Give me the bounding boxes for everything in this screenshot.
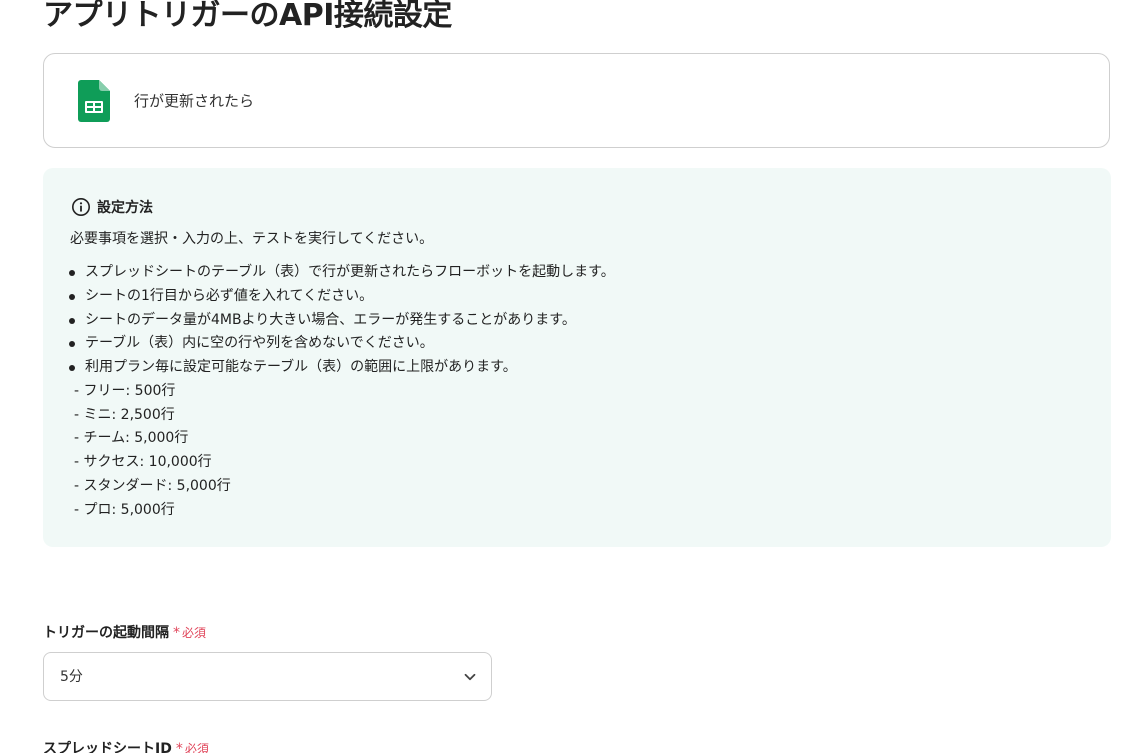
instruction-bullet: シートのデータ量が4MBより大きい場合、エラーが発生することがあります。 xyxy=(69,309,615,333)
page: アプリトリガーのAPI接続設定 行が更新されたら 設定方法 必要事項を選択・入力… xyxy=(0,0,1123,753)
plan-limit-item: - プロ: 5,000行 xyxy=(74,501,175,518)
plan-limit-item: - スタンダード: 5,000行 xyxy=(74,477,231,494)
setup-instructions-panel: 設定方法 必要事項を選択・入力の上、テストを実行してください。 スプレッドシート… xyxy=(43,168,1111,547)
plan-limit-item: - サクセス: 10,000行 xyxy=(74,454,212,471)
plan-limit-item: - チーム: 5,000行 xyxy=(74,430,189,447)
interval-select[interactable]: 5分 xyxy=(43,652,492,701)
instructions-header: 設定方法 xyxy=(71,196,153,218)
instruction-bullet: スプレッドシートのテーブル（表）で行が更新されたらフローボットを起動します。 xyxy=(69,261,615,285)
google-sheets-icon xyxy=(78,80,110,122)
info-circle-icon xyxy=(72,198,90,216)
interval-label: トリガーの起動間隔 * 必須 xyxy=(43,622,206,642)
spreadsheet-id-label-text: スプレッドシートID xyxy=(43,741,172,753)
plan-limit-list: - フリー: 500行 - ミニ: 2,500行 - チーム: 5,000行 -… xyxy=(74,380,231,522)
required-asterisk: * xyxy=(175,741,183,753)
instruction-bullet: シートの1行目から必ず値を入れてください。 xyxy=(69,285,615,309)
instruction-bullet: 利用プラン毎に設定可能なテーブル（表）の範囲に上限があります。 xyxy=(69,356,615,380)
interval-label-text: トリガーの起動間隔 xyxy=(43,625,169,641)
spreadsheet-id-label: スプレッドシートID * 必須 xyxy=(43,738,209,753)
instruction-bullet: テーブル（表）内に空の行や列を含めないでください。 xyxy=(69,332,615,356)
plan-limit-item: - フリー: 500行 xyxy=(74,383,176,399)
required-badge: 必須 xyxy=(184,742,209,753)
instructions-intro: 必要事項を選択・入力の上、テストを実行してください。 xyxy=(70,231,434,247)
plan-limit-item: - ミニ: 2,500行 xyxy=(74,406,175,423)
trigger-label: 行が更新されたら xyxy=(134,92,255,110)
page-title: アプリトリガーのAPI接続設定 xyxy=(43,0,452,33)
trigger-card: 行が更新されたら xyxy=(43,53,1110,148)
required-asterisk: * xyxy=(173,625,180,641)
chevron-down-icon xyxy=(464,673,476,681)
required-badge: 必須 xyxy=(182,626,207,640)
instructions-bullet-list: スプレッドシートのテーブル（表）で行が更新されたらフローボットを起動します。 シ… xyxy=(69,261,615,380)
interval-select-value: 5分 xyxy=(60,669,83,685)
instructions-title: 設定方法 xyxy=(97,200,153,216)
